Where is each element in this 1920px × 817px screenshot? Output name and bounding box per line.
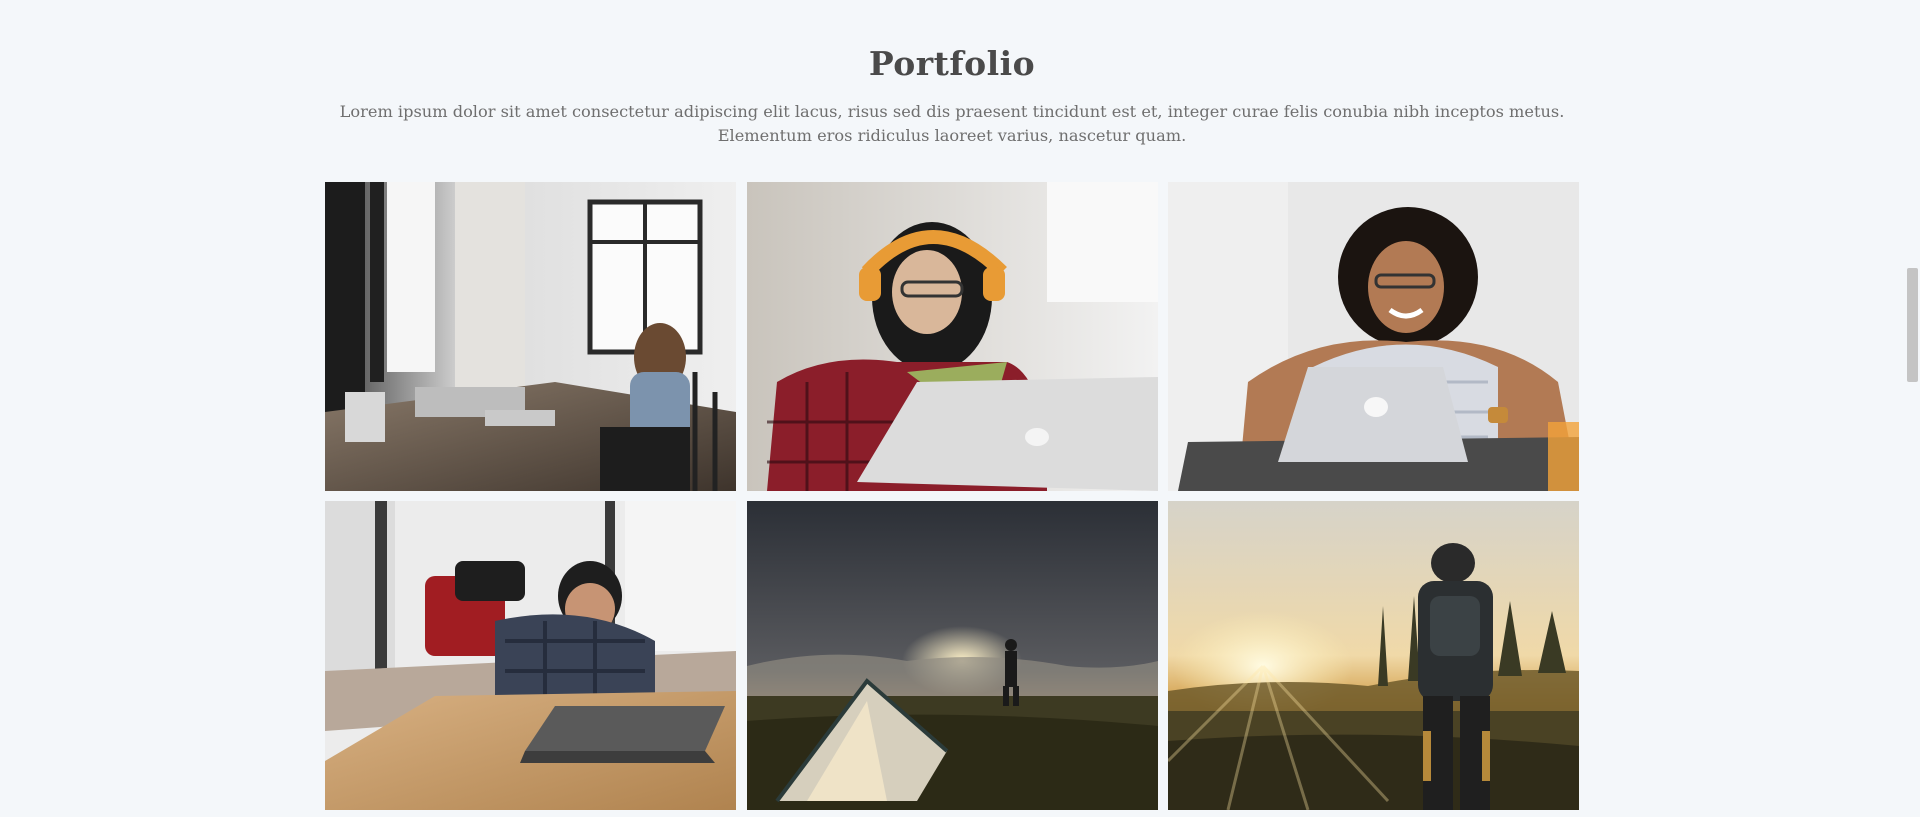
page: Portfolio Lorem ipsum dolor sit amet con… bbox=[0, 0, 1920, 817]
portfolio-item-3[interactable] bbox=[1168, 182, 1579, 491]
section-title: Portfolio bbox=[868, 44, 1036, 83]
portfolio-item-2[interactable] bbox=[746, 182, 1158, 491]
scrollbar-thumb[interactable] bbox=[1907, 268, 1918, 382]
photo-tent-sunset-icon bbox=[746, 501, 1158, 810]
scrollbar[interactable] bbox=[1903, 0, 1920, 817]
portfolio-item-4[interactable] bbox=[325, 501, 736, 810]
photo-hiker-sunrise-icon bbox=[1168, 501, 1579, 810]
photo-woman-with-headphones-icon bbox=[746, 182, 1158, 491]
photo-smiling-woman-laptop-icon bbox=[1168, 182, 1579, 491]
section-description: Lorem ipsum dolor sit amet consectetur a… bbox=[339, 102, 1565, 145]
portfolio-item-5[interactable] bbox=[746, 501, 1158, 810]
photo-man-thinking-laptop-icon bbox=[325, 501, 736, 810]
photo-woman-working-by-window-icon bbox=[325, 182, 736, 491]
portfolio-item-1[interactable] bbox=[325, 182, 736, 491]
portfolio-item-6[interactable] bbox=[1168, 501, 1579, 810]
portfolio-grid bbox=[325, 182, 1579, 810]
